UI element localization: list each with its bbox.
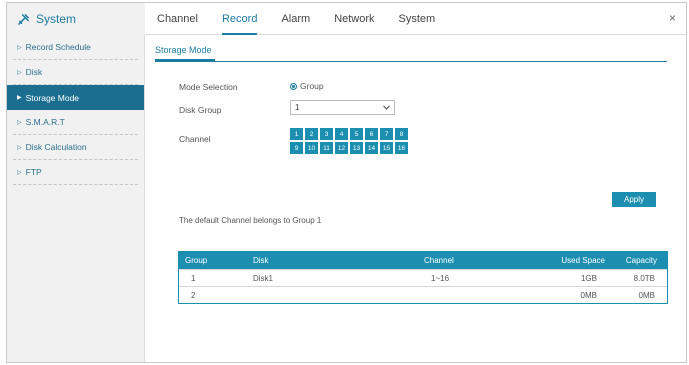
tab-alarm[interactable]: Alarm [281,3,310,35]
cell-used-space: 1GB [580,274,597,283]
channel-checkbox[interactable]: 12 [335,142,348,154]
table-row[interactable]: 2 0MB 0MB [179,286,667,303]
channel-checkbox[interactable]: 16 [395,142,408,154]
chevron-right-icon: ▷ [17,144,22,151]
sidebar-item-label: Disk [25,67,43,77]
channel-checkbox[interactable]: 4 [335,128,348,140]
cell-disk: Disk1 [253,274,274,283]
sidebar-item-storage-mode[interactable]: ▶ Storage Mode [7,85,144,110]
divider [155,61,667,62]
main-tabs: Channel Record Alarm Network System [157,3,459,35]
channel-checkbox[interactable]: 7 [380,128,393,140]
chevron-right-icon: ▷ [17,69,22,76]
sidebar-item-label: Disk Calculation [25,142,87,152]
disk-group-label: Disk Group [179,105,222,115]
table-row[interactable]: 1 Disk1 1~16 1GB 8.0TB [179,269,667,286]
channel-checkbox[interactable]: 1 [290,128,303,140]
cell-capacity: 8.0TB [633,274,655,283]
sidebar-item-ftp[interactable]: ▷ FTP [13,160,138,185]
subtab-storage-mode[interactable]: Storage Mode [155,45,212,55]
cell-capacity: 0MB [638,291,655,300]
header-capacity: Capacity [625,256,657,265]
header-used-space: Used Space [561,256,605,265]
close-icon[interactable]: × [669,11,676,25]
tools-icon [18,13,29,25]
sidebar-item-label: S.M.A.R.T [25,117,65,127]
top-bar: System Channel Record Alarm Network Syst… [7,3,686,35]
chevron-right-icon: ▶ [17,95,22,101]
disk-group-value: 1 [295,103,300,112]
channel-checkbox[interactable]: 9 [290,142,303,154]
channel-checkbox[interactable]: 2 [305,128,318,140]
system-title: System [7,3,145,35]
header-disk: Disk [253,256,269,265]
channel-grid: 1 2 3 4 5 6 7 8 9 10 11 12 13 14 15 16 [290,128,408,154]
channel-checkbox[interactable]: 14 [365,142,378,154]
chevron-right-icon: ▷ [17,44,22,51]
apply-button[interactable]: Apply [612,192,656,207]
tab-channel[interactable]: Channel [157,3,198,35]
settings-window: System Channel Record Alarm Network Syst… [6,2,687,363]
group-radio[interactable]: Group [290,81,324,91]
chevron-right-icon: ▷ [17,169,22,176]
tab-system[interactable]: System [399,3,436,35]
channel-checkbox[interactable]: 6 [365,128,378,140]
sidebar-item-record-schedule[interactable]: ▷ Record Schedule [13,35,138,60]
cell-used-space: 0MB [580,291,597,300]
sidebar: ▷ Record Schedule ▷ Disk ▶ Storage Mode … [7,35,145,362]
main-content: Storage Mode Mode Selection Group Disk G… [145,35,686,362]
channel-checkbox[interactable]: 3 [320,128,333,140]
channel-checkbox[interactable]: 13 [350,142,363,154]
channel-checkbox[interactable]: 11 [320,142,333,154]
sidebar-item-label: FTP [25,167,42,177]
sidebar-item-disk[interactable]: ▷ Disk [13,60,138,85]
tab-record[interactable]: Record [221,3,258,35]
tab-network[interactable]: Network [334,3,374,35]
channel-checkbox[interactable]: 5 [350,128,363,140]
cell-group: 1 [191,274,196,283]
cell-channel: 1~16 [431,274,450,283]
sidebar-item-label: Record Schedule [25,42,91,52]
default-group-note: The default Channel belongs to Group 1 [179,216,322,225]
mode-selection-label: Mode Selection [179,82,238,92]
channel-label: Channel [179,134,211,144]
app-title: System [36,12,77,26]
header-channel: Channel [424,256,454,265]
sidebar-item-disk-calculation[interactable]: ▷ Disk Calculation [13,135,138,160]
header-group: Group [185,256,208,265]
chevron-down-icon [383,105,390,110]
table-header: Group Disk Channel Used Space Capacity [179,252,667,269]
channel-checkbox[interactable]: 15 [380,142,393,154]
radio-selected-icon [290,82,297,90]
sidebar-item-smart[interactable]: ▷ S.M.A.R.T [13,110,138,135]
channel-checkbox[interactable]: 8 [395,128,408,140]
storage-table: Group Disk Channel Used Space Capacity 1… [178,251,668,304]
chevron-right-icon: ▷ [17,119,22,126]
channel-checkbox[interactable]: 10 [305,142,318,154]
cell-group: 2 [191,291,196,300]
disk-group-select[interactable]: 1 [290,100,395,115]
sidebar-item-label: Storage Mode [25,92,80,103]
group-radio-label: Group [300,81,324,91]
